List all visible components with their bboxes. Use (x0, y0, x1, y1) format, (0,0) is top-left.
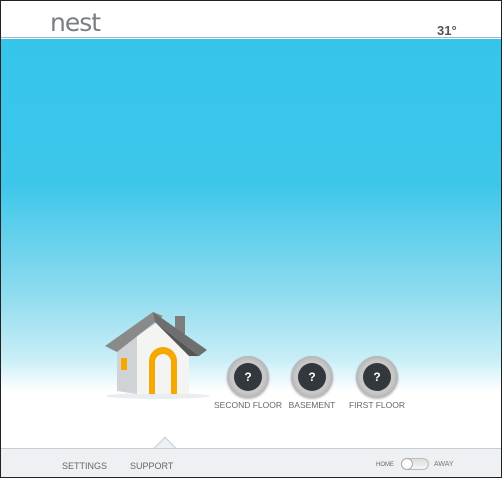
home-away-toggle[interactable] (401, 458, 429, 470)
thermostat-basement[interactable]: ? (291, 356, 333, 398)
unknown-status: ? (234, 363, 262, 391)
toggle-knob[interactable] (401, 458, 413, 470)
nest-logo[interactable]: nest (50, 8, 101, 37)
home-label: HOME (376, 462, 394, 468)
house-icon[interactable] (103, 306, 213, 406)
footer: SETTINGS SUPPORT HOME AWAY (1, 448, 501, 477)
unknown-status: ? (298, 363, 326, 391)
thermostat-label[interactable]: FIRST FLOOR (337, 400, 417, 410)
settings-link[interactable]: SETTINGS (62, 461, 107, 471)
support-link[interactable]: SUPPORT (130, 461, 173, 471)
thermostat-second-floor[interactable]: ? (227, 356, 269, 398)
outdoor-temperature: 31° (437, 23, 457, 38)
header: nest 31° (1, 1, 501, 38)
app-window: nest 31° ? SECOND FLOOR ? BASEMENT ? FIR… (0, 0, 502, 478)
away-label: AWAY (434, 461, 454, 468)
thermostat-first-floor[interactable]: ? (356, 356, 398, 398)
unknown-status: ? (363, 363, 391, 391)
